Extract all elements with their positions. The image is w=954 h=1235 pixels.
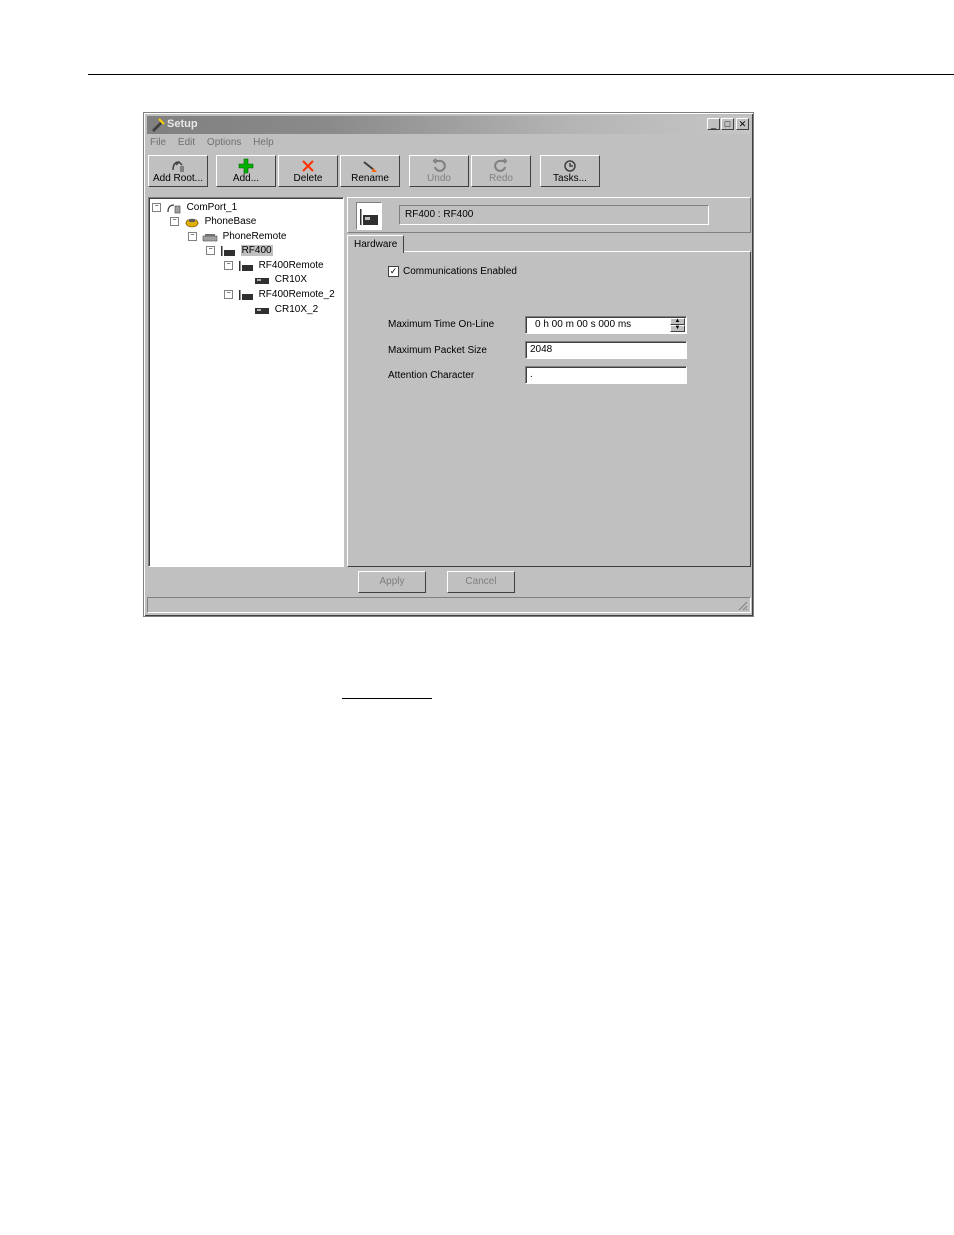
add-root-icon xyxy=(172,160,184,172)
max-time-spinner[interactable]: ▲ ▼ xyxy=(670,318,685,332)
rf400-icon xyxy=(220,245,235,256)
rf400-icon xyxy=(238,289,253,300)
undo-icon xyxy=(432,158,446,172)
max-packet-field[interactable]: 2048 xyxy=(525,341,687,359)
network-tree[interactable]: − ComPort_1 − PhoneBase − PhoneRemote − … xyxy=(148,197,344,567)
settings-panel: RF400 : RF400 Hardware ✓ Communications E… xyxy=(347,197,751,567)
cancel-button[interactable]: Cancel xyxy=(447,571,515,593)
collapse-toggle-icon[interactable]: − xyxy=(188,232,197,241)
rf400-icon xyxy=(238,260,253,271)
page-underline xyxy=(342,698,432,699)
datalogger-icon xyxy=(255,307,269,314)
tree-node-comport[interactable]: − ComPort_1 xyxy=(152,201,237,214)
collapse-toggle-icon[interactable]: − xyxy=(170,217,179,226)
delete-x-icon xyxy=(302,160,314,172)
max-time-value: 0 h 00 m 00 s 000 ms xyxy=(535,319,632,330)
datalogger-icon xyxy=(255,277,269,284)
window-title: Setup xyxy=(167,118,198,130)
spin-up-icon[interactable]: ▲ xyxy=(670,318,685,325)
setup-window: Setup _ □ ✕ File Edit Options Help Add R… xyxy=(143,112,754,617)
page-top-rule xyxy=(88,74,954,75)
delete-button[interactable]: Delete xyxy=(278,155,338,187)
phone-icon xyxy=(202,233,218,241)
spin-down-icon[interactable]: ▼ xyxy=(670,325,685,332)
resize-grip-icon[interactable] xyxy=(736,599,748,611)
plus-icon xyxy=(238,158,254,174)
tree-node-rf400[interactable]: − RF400 xyxy=(206,244,273,257)
device-icon-frame xyxy=(356,202,382,230)
collapse-toggle-icon[interactable]: − xyxy=(224,290,233,299)
tree-node-rf400remote[interactable]: − RF400Remote xyxy=(224,259,324,272)
redo-button[interactable]: Redo xyxy=(471,155,531,187)
tab-hardware[interactable]: Hardware xyxy=(347,235,405,253)
setup-app-icon xyxy=(152,118,165,132)
max-time-field[interactable]: 0 h 00 m 00 s 000 ms ▲ ▼ xyxy=(525,316,687,334)
add-root-button[interactable]: Add Root... xyxy=(148,155,208,187)
tasks-icon xyxy=(564,160,576,172)
menu-edit[interactable]: Edit xyxy=(178,137,195,148)
menu-file[interactable]: File xyxy=(150,137,166,148)
tree-node-cr10x[interactable]: CR10X xyxy=(254,273,307,286)
apply-button[interactable]: Apply xyxy=(358,571,426,593)
menu-bar: File Edit Options Help xyxy=(150,137,283,151)
status-bar xyxy=(147,597,751,613)
tasks-button[interactable]: Tasks... xyxy=(540,155,600,187)
toolbar: Add Root... Add... Delete Rename Undo Re… xyxy=(148,155,748,189)
attention-char-label: Attention Character xyxy=(388,370,475,381)
max-packet-label: Maximum Packet Size xyxy=(388,345,487,356)
device-name-field: RF400 : RF400 xyxy=(399,205,709,225)
add-button[interactable]: Add... xyxy=(216,155,276,187)
tree-node-rf400remote-2[interactable]: − RF400Remote_2 xyxy=(224,288,335,301)
menu-options[interactable]: Options xyxy=(207,137,241,148)
tree-node-phonebase[interactable]: − PhoneBase xyxy=(170,215,256,228)
rename-button[interactable]: Rename xyxy=(340,155,400,187)
phonebase-icon xyxy=(185,218,199,227)
maximize-button[interactable]: □ xyxy=(721,118,734,130)
device-header: RF400 : RF400 xyxy=(347,197,751,233)
communications-enabled-checkbox[interactable]: ✓ Communications Enabled xyxy=(388,266,517,277)
rename-icon xyxy=(363,161,377,172)
redo-icon xyxy=(494,158,508,172)
collapse-toggle-icon[interactable]: − xyxy=(152,203,161,212)
checkmark-icon[interactable]: ✓ xyxy=(388,266,399,277)
minimize-button[interactable]: _ xyxy=(707,118,720,130)
title-bar: Setup _ □ ✕ xyxy=(147,116,750,134)
attention-char-field[interactable]: . xyxy=(525,366,687,384)
tree-node-phoneremote[interactable]: − PhoneRemote xyxy=(188,230,287,243)
undo-button[interactable]: Undo xyxy=(409,155,469,187)
close-button[interactable]: ✕ xyxy=(736,118,749,130)
rf400-device-icon xyxy=(360,209,378,225)
hardware-tab-panel: ✓ Communications Enabled Maximum Time On-… xyxy=(347,251,751,567)
tree-node-cr10x-2[interactable]: CR10X_2 xyxy=(254,303,318,316)
collapse-toggle-icon[interactable]: − xyxy=(206,246,215,255)
menu-help[interactable]: Help xyxy=(253,137,274,148)
comport-icon xyxy=(167,203,181,213)
max-time-label: Maximum Time On-Line xyxy=(388,319,495,330)
collapse-toggle-icon[interactable]: − xyxy=(224,261,233,270)
